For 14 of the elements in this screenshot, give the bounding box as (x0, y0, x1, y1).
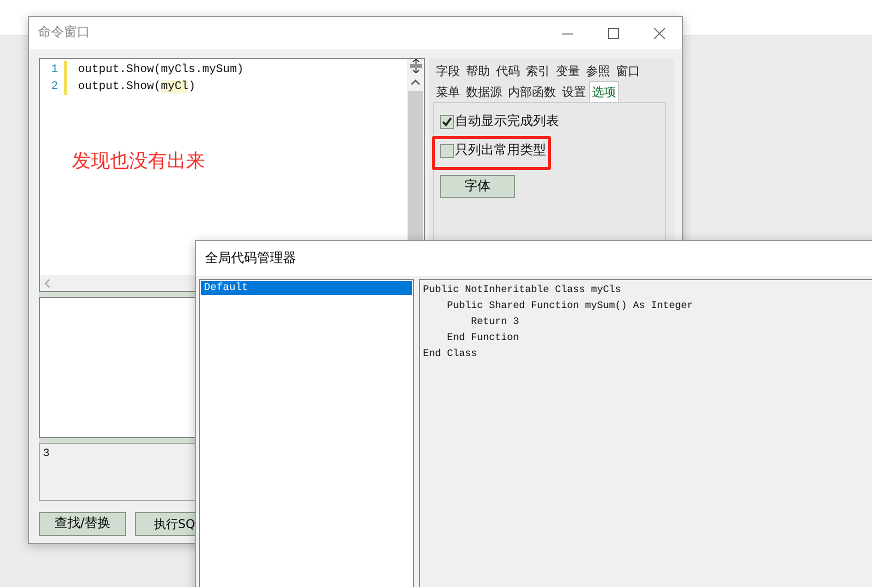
code-line: output.Show(myCl) (78, 78, 196, 95)
code-line: Public NotInheritable Class myCls (423, 284, 622, 298)
code-line: End Function (446, 332, 520, 346)
code-line: output.Show(myCls.mySum) (78, 62, 244, 78)
option-label: 自动显示完成列表 (455, 113, 559, 132)
window-title: 全局代码管理器 (204, 250, 296, 268)
window-title: 命令窗口 (37, 24, 91, 42)
code-line: End Class (423, 348, 478, 362)
code-line: Public Shared Function mySum() As Integer (446, 300, 694, 314)
line-number: 2 (50, 78, 59, 95)
code-line: Return 3 (470, 316, 520, 330)
line-number: 1 (50, 62, 59, 78)
option-label: 只列出常用类型 (455, 142, 546, 160)
annotation-text: 发现也没有出来 (72, 149, 205, 174)
